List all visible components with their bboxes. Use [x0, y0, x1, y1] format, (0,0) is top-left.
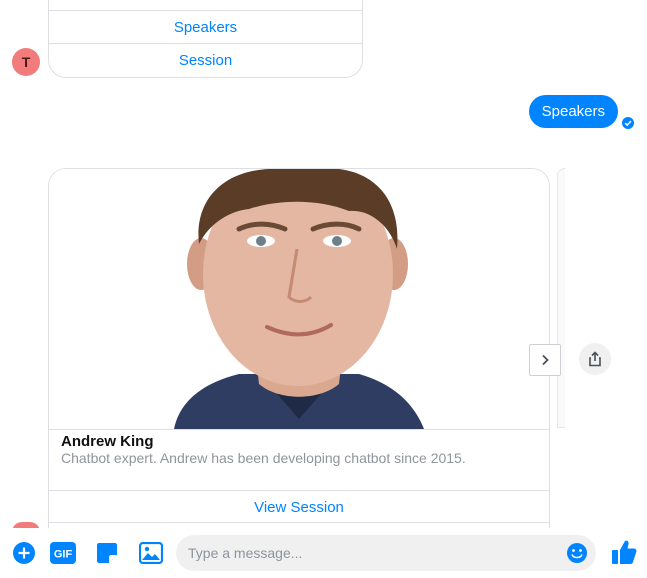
session-button[interactable]: Session	[49, 43, 362, 76]
message-composer: GIF	[0, 528, 647, 578]
outgoing-message: Speakers	[528, 95, 618, 128]
speaker-photo[interactable]	[49, 169, 549, 429]
speaker-portrait	[49, 169, 549, 429]
message-input-wrapper	[176, 535, 596, 571]
carousel-next-button[interactable]	[529, 344, 561, 376]
read-check-icon	[622, 117, 634, 129]
gif-icon[interactable]: GIF	[49, 540, 76, 566]
speaker-card: Andrew King Chatbot expert. Andrew has b…	[48, 168, 550, 528]
next-card-peek[interactable]	[557, 168, 565, 428]
thumbs-up-icon[interactable]	[609, 537, 639, 567]
speaker-description: Chatbot expert. Andrew has been developi…	[61, 450, 466, 466]
chat-window: Speakers Session T Speakers Andrew King …	[0, 0, 647, 578]
previous-card: Speakers Session	[48, 0, 363, 78]
gif-label: GIF	[53, 549, 72, 561]
sticker-icon[interactable]	[94, 540, 120, 566]
share-icon	[589, 351, 601, 367]
message-input[interactable]	[188, 535, 558, 571]
speakers-button[interactable]: Speakers	[49, 10, 362, 43]
chevron-right-icon	[542, 354, 549, 366]
photo-icon[interactable]	[138, 540, 164, 566]
plus-icon[interactable]	[11, 540, 37, 566]
speaker-name: Andrew King	[49, 429, 549, 450]
bot-avatar: T	[12, 48, 40, 76]
emoji-icon[interactable]	[566, 542, 588, 564]
view-session-button[interactable]: View Session	[49, 490, 549, 523]
share-button[interactable]	[579, 343, 611, 375]
